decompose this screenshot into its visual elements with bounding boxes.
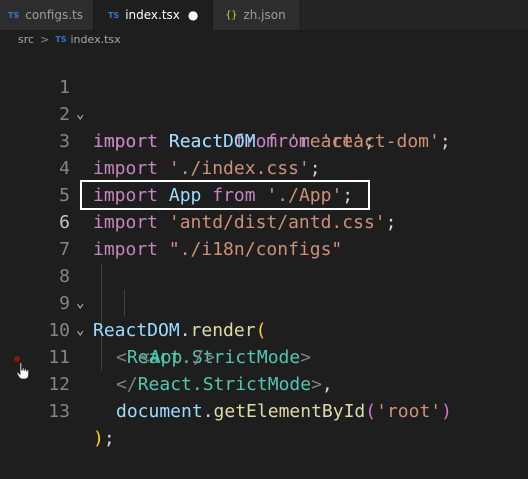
chevron-right-icon: > <box>40 32 50 46</box>
code-line-3: 3 import './index.css'; <box>0 101 528 179</box>
code-line-9: 9 ⌄ <React.StrictMode> <box>0 263 528 368</box>
code-token: ) <box>93 428 104 449</box>
breadcrumb: src > TS index.tsx <box>0 31 528 47</box>
code-token: ; <box>103 428 115 449</box>
code-line-8: 8 ⌄ ReactDOM.render( <box>0 236 528 341</box>
tab-configs-ts[interactable]: TS configs.ts <box>0 0 94 30</box>
code-line-5: 5 import 'antd/dist/antd.css'; <box>0 155 528 233</box>
typescript-file-icon: TS <box>55 34 67 44</box>
code-line-11: 11 </React.StrictMode>, <box>0 317 528 395</box>
code-editor[interactable]: 1 ⌄ import React from 'react'; 2 import … <box>0 47 528 449</box>
code-line-13: 13 ); <box>0 371 528 449</box>
tab-bar: TS configs.ts TS index.tsx ● {} zh.json <box>0 0 528 31</box>
code-token: ( <box>365 401 377 422</box>
code-token: 'root' <box>376 401 442 422</box>
code-line-7: 7 <box>0 209 528 260</box>
json-file-icon: {} <box>225 9 238 21</box>
breadcrumb-folder[interactable]: src <box>18 33 34 46</box>
unsaved-dot-icon[interactable]: ● <box>188 8 198 22</box>
tab-index-tsx[interactable]: TS index.tsx ● <box>93 0 214 30</box>
tab-label: configs.ts <box>25 8 83 22</box>
code-line-1: 1 ⌄ import React from 'react'; <box>0 47 528 152</box>
hand-pointer-icon <box>16 362 29 380</box>
tab-label: index.tsx <box>125 8 180 22</box>
tab-label: zh.json <box>243 8 286 22</box>
code-line-2: 2 import ReactDOM from 'react-dom'; <box>0 74 528 152</box>
code-line-12: 12 document.getElementById('root') <box>0 344 528 422</box>
tab-zh-json[interactable]: {} zh.json <box>213 0 301 30</box>
code-token: . <box>202 401 214 422</box>
code-line-10: 10 <App /> <box>0 290 528 368</box>
highlight-box <box>80 180 370 210</box>
code-token: getElementById <box>213 401 366 422</box>
typescript-file-icon: TS <box>107 10 120 20</box>
code-token: ) <box>441 401 452 422</box>
typescript-file-icon: TS <box>8 10 20 20</box>
breadcrumb-file[interactable]: index.tsx <box>71 33 121 46</box>
code-token: document <box>116 401 203 422</box>
line-number: 13 <box>48 401 70 422</box>
code-line-4: 4 import App from './App'; <box>0 128 528 206</box>
